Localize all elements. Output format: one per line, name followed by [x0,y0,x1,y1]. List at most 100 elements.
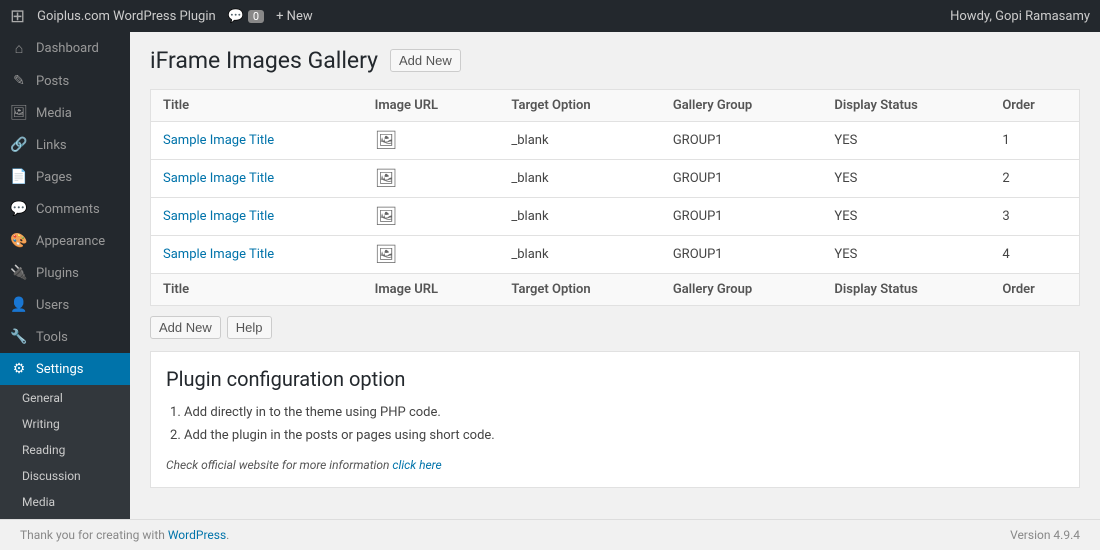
row2-status: YES [822,160,990,198]
note-text: Check official website for more informat… [166,458,389,472]
row3-status: YES [822,198,990,236]
submenu-item-reading[interactable]: Reading [0,437,130,463]
table-row: Sample Image Title 🖼 _blank GROUP1 YES 3 [151,198,1080,236]
settings-icon: ⚙ [10,361,28,377]
sidebar-item-dashboard[interactable]: ⌂ Dashboard [0,32,130,65]
sidebar-label-media: Media [36,106,72,121]
appearance-icon: 🎨 [10,233,28,249]
wp-logo-icon: ⊞ [10,6,25,27]
links-icon: 🔗 [10,137,28,153]
sidebar-item-media[interactable]: 🖼 Media [0,97,130,129]
config-step-2: Add the plugin in the posts or pages usi… [184,424,1064,447]
submenu-label-general: General [22,391,63,405]
click-here-link[interactable]: click here [392,458,441,472]
row1-order: 1 [990,122,1079,160]
admin-bar: ⊞ Goiplus.com WordPress Plugin 💬 0 + New… [0,0,1100,32]
sidebar-item-appearance[interactable]: 🎨 Appearance [0,225,130,257]
sidebar-item-settings[interactable]: ⚙ Settings [0,353,130,385]
footer: Thank you for creating with WordPress. V… [0,519,1100,550]
row2-order: 2 [990,160,1079,198]
table-footer-row: Title Image URL Target Option Gallery Gr… [151,274,1080,306]
plugin-config-note: Check official website for more informat… [166,458,1064,472]
row3-target: _blank [499,198,660,236]
row2-title[interactable]: Sample Image Title [151,160,363,198]
image-preview-icon: 🖼 [375,168,398,189]
submenu-item-general[interactable]: General [0,385,130,411]
sidebar-label-comments: Comments [36,202,100,217]
comments-nav-icon: 💬 [10,201,28,217]
table-actions: Add New Help [150,316,1080,339]
header-add-new-button[interactable]: Add New [390,49,461,72]
sidebar-label-users: Users [36,298,69,313]
footer-col-image-url: Image URL [363,274,500,306]
sidebar-item-comments[interactable]: 💬 Comments [0,193,130,225]
wordpress-link[interactable]: WordPress [168,528,226,542]
sidebar-item-posts[interactable]: ✎ Posts [0,65,130,97]
row4-title[interactable]: Sample Image Title [151,236,363,274]
row4-order: 4 [990,236,1079,274]
footer-col-title: Title [151,274,363,306]
comments-link[interactable]: 💬 0 [228,9,264,24]
config-step-1: Add directly in to the theme using PHP c… [184,401,1064,424]
row1-title[interactable]: Sample Image Title [151,122,363,160]
col-title: Title [151,90,363,122]
sidebar-label-links: Links [36,138,67,153]
submenu-label-reading: Reading [22,443,65,457]
sidebar-item-plugins[interactable]: 🔌 Plugins [0,257,130,289]
row1-title-link[interactable]: Sample Image Title [163,133,274,148]
table-header-row: Title Image URL Target Option Gallery Gr… [151,90,1080,122]
row4-status: YES [822,236,990,274]
submenu-item-writing[interactable]: Writing [0,411,130,437]
submenu-item-media[interactable]: Media [0,489,130,515]
plugin-config-title: Plugin configuration option [166,367,1064,391]
plugins-icon: 🔌 [10,265,28,281]
col-image-url: Image URL [363,90,500,122]
site-name[interactable]: Goiplus.com WordPress Plugin [37,9,216,24]
row4-image-url: 🖼 [363,236,500,274]
new-link[interactable]: + New [276,9,313,24]
row2-title-link[interactable]: Sample Image Title [163,171,274,186]
submenu-item-discussion[interactable]: Discussion [0,463,130,489]
sidebar-label-posts: Posts [36,74,69,89]
sidebar-label-plugins: Plugins [36,266,79,281]
plugin-config-steps: Add directly in to the theme using PHP c… [184,401,1064,448]
version-text: Version 4.9.4 [1010,528,1080,542]
pages-icon: 📄 [10,169,28,185]
howdy-text: Howdy, Gopi Ramasamy [950,9,1090,24]
dashboard-icon: ⌂ [10,40,28,57]
comment-icon: 💬 [228,9,244,24]
col-gallery-group: Gallery Group [661,90,823,122]
row1-target: _blank [499,122,660,160]
add-new-button[interactable]: Add New [150,316,221,339]
col-display-status: Display Status [822,90,990,122]
row3-order: 3 [990,198,1079,236]
sidebar-label-appearance: Appearance [36,234,105,249]
page-header: iFrame Images Gallery Add New [150,47,1080,74]
row3-title[interactable]: Sample Image Title [151,198,363,236]
image-preview-icon: 🖼 [375,206,398,227]
footer-col-display-status: Display Status [822,274,990,306]
row4-group: GROUP1 [661,236,823,274]
row3-image-url: 🖼 [363,198,500,236]
sidebar-item-tools[interactable]: 🔧 Tools [0,321,130,353]
row2-target: _blank [499,160,660,198]
gallery-table: Title Image URL Target Option Gallery Gr… [150,89,1080,306]
sidebar-label-pages: Pages [36,170,72,185]
row2-image-url: 🖼 [363,160,500,198]
row4-target: _blank [499,236,660,274]
footer-col-target-option: Target Option [499,274,660,306]
sidebar-item-pages[interactable]: 📄 Pages [0,161,130,193]
sidebar-label-dashboard: Dashboard [36,41,99,56]
row1-group: GROUP1 [661,122,823,160]
sidebar-item-users[interactable]: 👤 Users [0,289,130,321]
row3-title-link[interactable]: Sample Image Title [163,209,274,224]
row2-group: GROUP1 [661,160,823,198]
help-button[interactable]: Help [227,316,272,339]
sidebar: ⌂ Dashboard ✎ Posts 🖼 Media 🔗 Links 📄 Pa… [0,32,130,519]
sidebar-item-links[interactable]: 🔗 Links [0,129,130,161]
col-order: Order [990,90,1079,122]
main-content: iFrame Images Gallery Add New Title Imag… [130,32,1100,519]
col-target-option: Target Option [499,90,660,122]
sidebar-label-tools: Tools [36,330,68,345]
row4-title-link[interactable]: Sample Image Title [163,247,274,262]
